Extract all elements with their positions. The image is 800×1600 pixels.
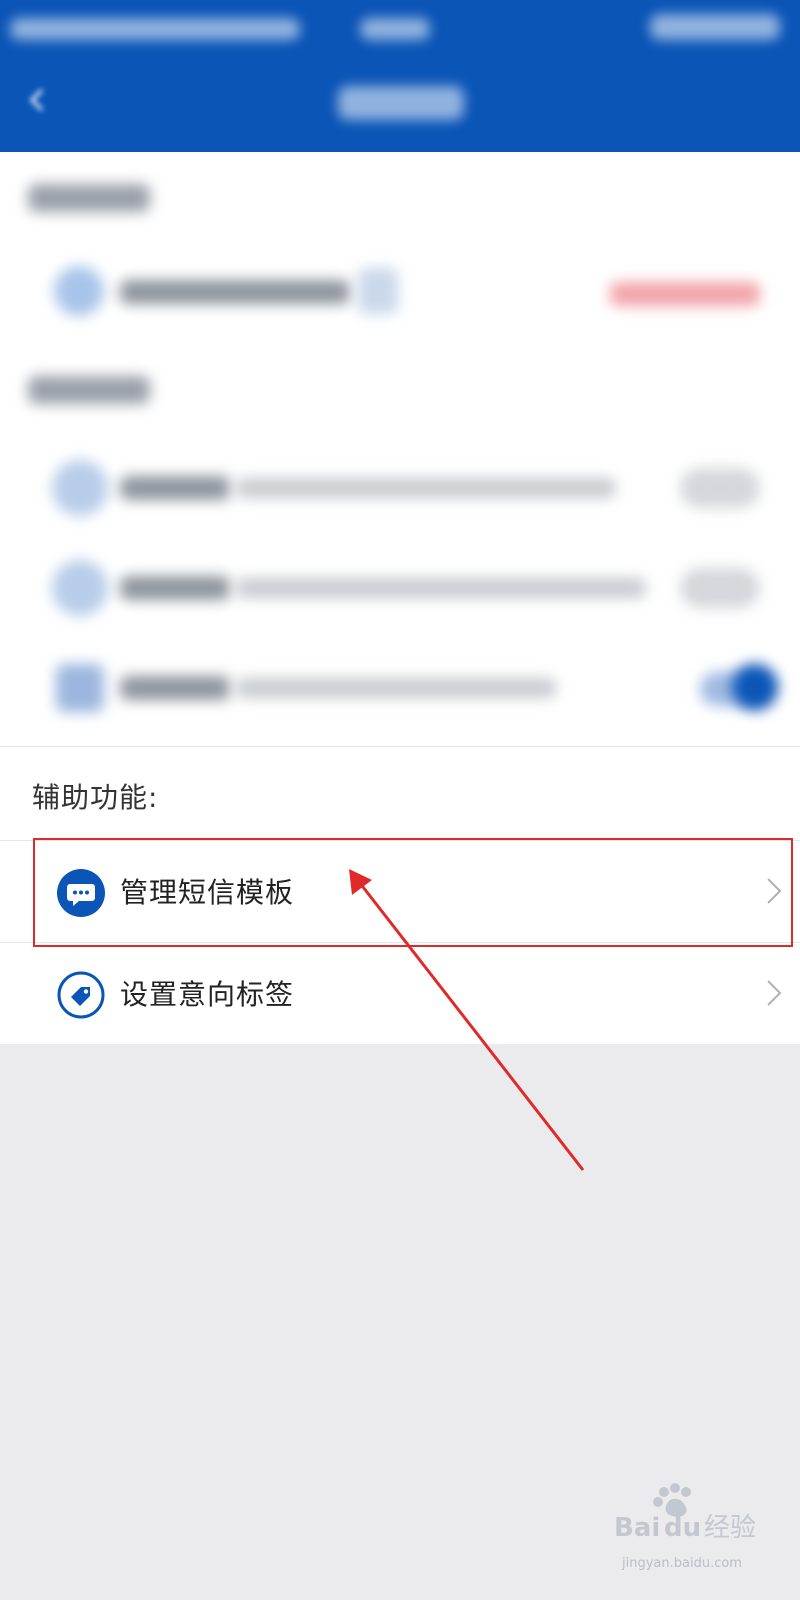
status-bar <box>0 0 800 56</box>
chevron-right-icon <box>767 980 782 1006</box>
svg-text:经验: 经验 <box>704 1513 756 1543</box>
aux-section-title: 辅助功能: <box>32 781 159 814</box>
tag-icon <box>57 971 105 1019</box>
app-header <box>0 0 800 152</box>
svg-text:du: du <box>664 1513 701 1543</box>
section-divider <box>0 746 800 747</box>
set-intent-tag-item[interactable]: 设置意向标签 <box>0 943 800 1043</box>
set-intent-tag-label: 设置意向标签 <box>120 978 295 1011</box>
page-title <box>338 86 464 120</box>
highlight-box <box>33 838 793 947</box>
svg-text:Bai: Bai <box>614 1513 660 1543</box>
back-arrow-icon[interactable] <box>22 84 54 116</box>
baidu-jingyan-watermark-logo: Bai du 经验 <box>614 1483 756 1543</box>
watermark-url: jingyan.baidu.com <box>622 1556 742 1571</box>
